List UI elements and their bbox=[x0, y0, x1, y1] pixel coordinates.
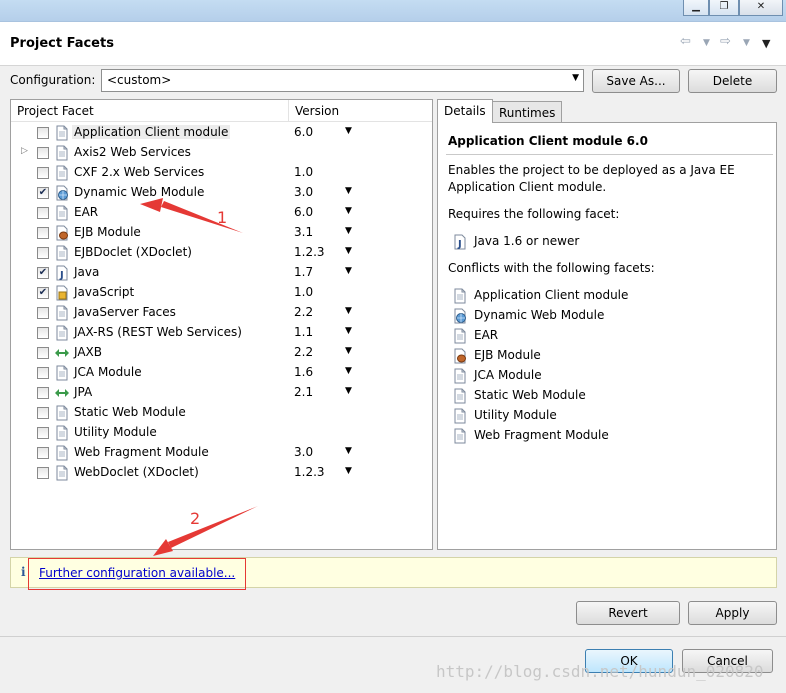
annotation-label-1: 1 bbox=[217, 208, 228, 227]
annotation-arrow-1 bbox=[161, 201, 243, 233]
footer-separator bbox=[0, 636, 786, 637]
annotation-label-2: 2 bbox=[190, 509, 201, 528]
apply-button[interactable]: Apply bbox=[688, 601, 777, 625]
watermark-text: http://blog.csdn.net/hundun_020820 bbox=[436, 662, 764, 681]
revert-button[interactable]: Revert bbox=[576, 601, 680, 625]
annotation-arrowhead-1 bbox=[140, 198, 163, 212]
annotation-arrows bbox=[140, 198, 258, 556]
annotation-arrow-2 bbox=[168, 506, 258, 548]
